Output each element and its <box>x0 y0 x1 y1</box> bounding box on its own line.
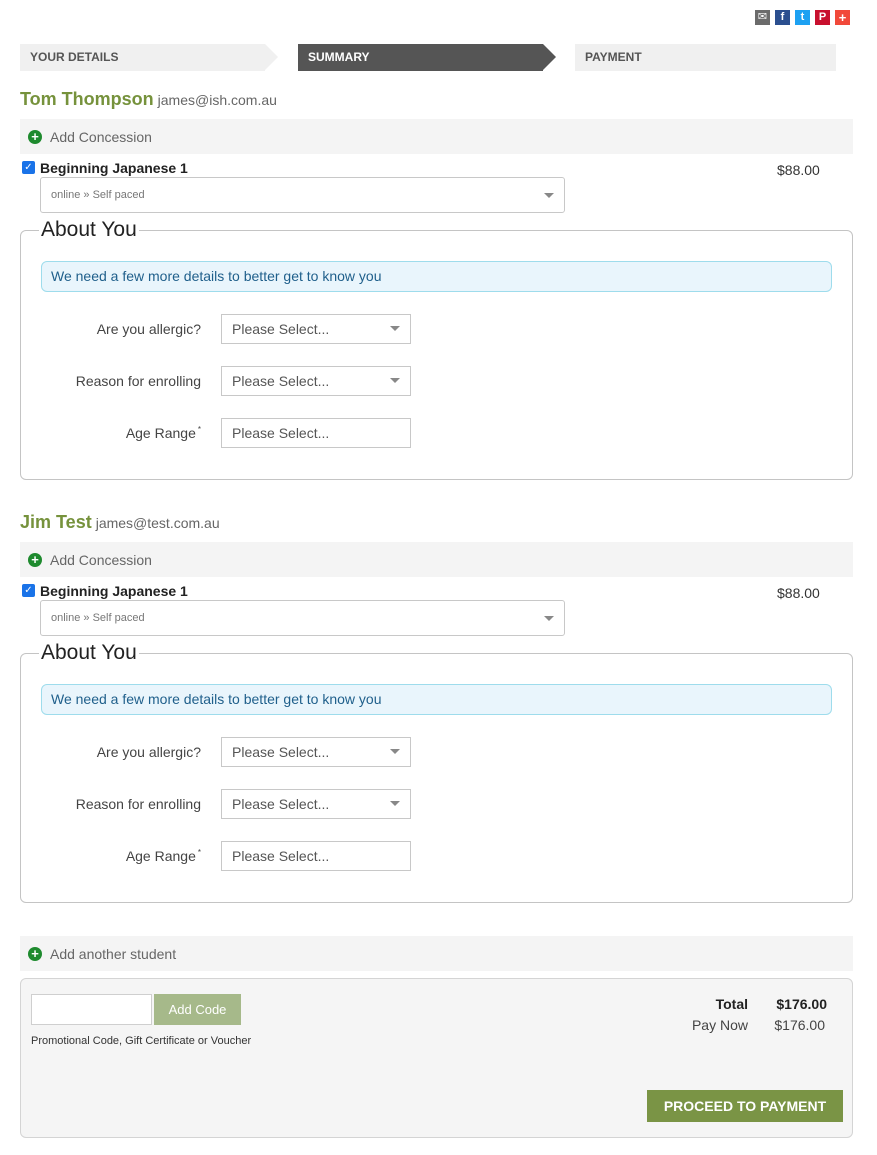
required-marker: * <box>197 425 201 434</box>
course-row: ✓ Beginning Japanese 1 $88.00 online » S… <box>20 577 853 637</box>
field-reason: Reason for enrolling Please Select... <box>21 789 421 819</box>
about-you-fieldset: About You We need a few more details to … <box>20 640 853 903</box>
student-block: Tom Thompson james@ish.com.au + Add Conc… <box>20 89 853 480</box>
field-label-text: Age Range <box>125 848 196 864</box>
class-select-value: online » Self paced <box>51 612 145 624</box>
chevron-down-icon <box>390 749 400 754</box>
field-label: Are you allergic? <box>96 744 201 760</box>
select-value: Please Select... <box>232 796 330 812</box>
step-payment: PAYMENT <box>575 44 836 71</box>
course-checkbox[interactable]: ✓ <box>22 161 35 174</box>
age-range-input[interactable]: Please Select... <box>221 841 411 871</box>
field-label: Reason for enrolling <box>75 796 201 812</box>
add-concession-button[interactable]: + Add Concession <box>20 542 853 577</box>
course-title: Beginning Japanese 1 <box>40 583 188 599</box>
add-student-button[interactable]: + Add another student <box>20 936 853 971</box>
course-title: Beginning Japanese 1 <box>40 160 188 176</box>
promo-code-input[interactable] <box>31 994 152 1025</box>
required-marker: * <box>197 848 201 857</box>
field-label-text: Age Range <box>125 425 196 441</box>
allergic-select[interactable]: Please Select... <box>221 737 411 767</box>
select-value: Please Select... <box>232 321 330 337</box>
checkout-steps: YOUR DETAILS SUMMARY PAYMENT <box>20 44 836 71</box>
total-label: Total <box>715 996 748 1012</box>
field-label: Reason for enrolling <box>75 373 201 389</box>
student-email: james@ish.com.au <box>157 92 277 108</box>
student-name: Jim Test <box>20 512 92 532</box>
total-value: $176.00 <box>776 996 827 1012</box>
student-header: Jim Test james@test.com.au <box>20 512 853 538</box>
student-block: Jim Test james@test.com.au + Add Concess… <box>20 512 853 903</box>
add-student-label: Add another student <box>50 945 177 962</box>
about-you-info: We need a few more details to better get… <box>41 261 832 292</box>
student-name: Tom Thompson <box>20 89 154 109</box>
order-summary: Add Code Promotional Code, Gift Certific… <box>20 978 853 1138</box>
chevron-down-icon <box>544 616 554 621</box>
field-reason: Reason for enrolling Please Select... <box>21 366 421 396</box>
student-header: Tom Thompson james@ish.com.au <box>20 89 853 115</box>
about-you-legend: About You <box>39 217 139 243</box>
chevron-down-icon <box>390 378 400 383</box>
step-your-details[interactable]: YOUR DETAILS <box>20 44 278 71</box>
chevron-down-icon <box>544 193 554 198</box>
add-concession-label: Add Concession <box>50 551 152 568</box>
age-range-input[interactable]: Please Select... <box>221 418 411 448</box>
pay-now-label: Pay Now <box>691 1017 748 1033</box>
pinterest-icon[interactable]: P <box>815 10 830 25</box>
about-you-info: We need a few more details to better get… <box>41 684 832 715</box>
reason-select[interactable]: Please Select... <box>221 366 411 396</box>
about-you-legend: About You <box>39 640 139 666</box>
select-value: Please Select... <box>232 744 330 760</box>
course-price: $88.00 <box>777 585 820 601</box>
add-code-button[interactable]: Add Code <box>154 994 241 1025</box>
input-value: Please Select... <box>232 848 330 864</box>
promo-help-text: Promotional Code, Gift Certificate or Vo… <box>31 1035 252 1047</box>
class-select-value: online » Self paced <box>51 189 145 201</box>
field-age-range: Age Range * Please Select... <box>21 418 421 448</box>
plus-circle-icon: + <box>28 552 42 567</box>
course-row: ✓ Beginning Japanese 1 $88.00 online » S… <box>20 154 853 214</box>
facebook-icon[interactable]: f <box>775 10 790 25</box>
pay-now-value: $176.00 <box>774 1017 825 1033</box>
field-allergic: Are you allergic? Please Select... <box>21 737 421 767</box>
reason-select[interactable]: Please Select... <box>221 789 411 819</box>
field-label: Age Range * <box>126 848 201 864</box>
field-label: Age Range * <box>126 425 201 441</box>
proceed-to-payment-button[interactable]: PROCEED TO PAYMENT <box>647 1090 843 1122</box>
field-allergic: Are you allergic? Please Select... <box>21 314 421 344</box>
class-select[interactable]: online » Self paced <box>40 600 565 636</box>
share-plus-icon[interactable]: + <box>835 10 850 25</box>
add-concession-button[interactable]: + Add Concession <box>20 119 853 154</box>
share-bar: ✉ f t P + <box>755 10 850 25</box>
field-label: Are you allergic? <box>96 321 201 337</box>
input-value: Please Select... <box>232 425 330 441</box>
plus-circle-icon: + <box>28 946 42 961</box>
student-email: james@test.com.au <box>95 515 220 531</box>
plus-circle-icon: + <box>28 129 42 144</box>
step-summary: SUMMARY <box>298 44 556 71</box>
field-age-range: Age Range * Please Select... <box>21 841 421 871</box>
class-select[interactable]: online » Self paced <box>40 177 565 213</box>
email-icon[interactable]: ✉ <box>755 10 770 25</box>
course-checkbox[interactable]: ✓ <box>22 584 35 597</box>
chevron-down-icon <box>390 801 400 806</box>
course-price: $88.00 <box>777 162 820 178</box>
allergic-select[interactable]: Please Select... <box>221 314 411 344</box>
chevron-down-icon <box>390 326 400 331</box>
about-you-fieldset: About You We need a few more details to … <box>20 217 853 480</box>
twitter-icon[interactable]: t <box>795 10 810 25</box>
select-value: Please Select... <box>232 373 330 389</box>
add-concession-label: Add Concession <box>50 128 152 145</box>
